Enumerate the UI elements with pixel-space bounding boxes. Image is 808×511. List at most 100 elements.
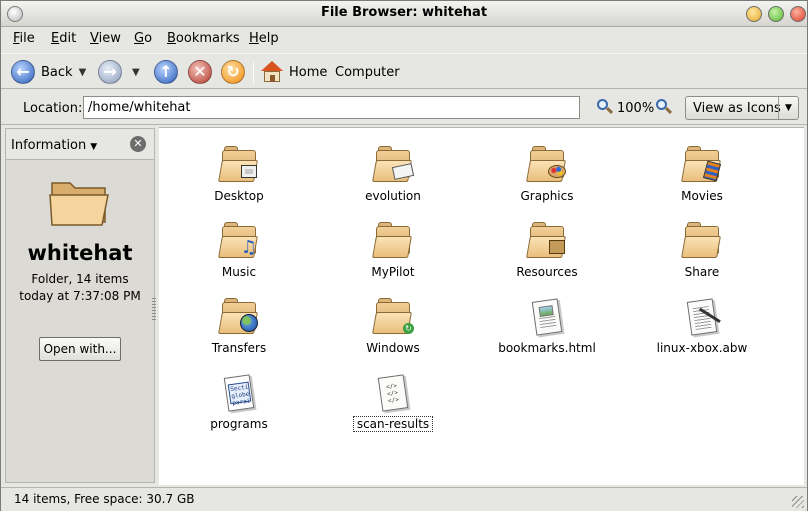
menu-bookmarks[interactable]: Bookmarks	[167, 31, 240, 46]
folder-icon: ↻	[372, 298, 414, 338]
music-note-emblem-icon: ♫	[240, 236, 258, 258]
file-item-music[interactable]: ♫ Music	[162, 212, 316, 282]
menu-view[interactable]: View	[90, 31, 121, 46]
file-name: Windows	[366, 341, 420, 355]
icon-view[interactable]: Desktop evolution Graphics Movies ♫ Musi…	[159, 127, 804, 485]
file-item-evolution[interactable]: evolution	[316, 136, 470, 206]
file-item-graphics[interactable]: Graphics	[470, 136, 624, 206]
view-as-select[interactable]: View as Icons ▼	[685, 96, 799, 120]
folder-icon	[526, 146, 566, 186]
folder-icon	[681, 146, 723, 186]
sidebar-title: Information	[11, 138, 87, 153]
file-name: programs	[210, 417, 268, 431]
file-browser-window: File Browser: whitehat File Edit View Go…	[0, 0, 808, 511]
forward-history-dropdown[interactable]: ▼	[132, 67, 140, 78]
folder-icon	[372, 146, 415, 186]
file-name: Movies	[681, 189, 723, 203]
menu-help[interactable]: Help	[249, 31, 279, 46]
back-button[interactable]: ← Back ▼	[11, 58, 86, 86]
file-name: bookmarks.html	[498, 341, 596, 355]
sidebar-panel: Information ▼ ✕ whitehat Folder, 14 items…	[5, 128, 155, 483]
home-label: Home	[289, 64, 328, 80]
stop-icon: ✕	[188, 60, 212, 84]
sidebar-folder-name: whitehat	[27, 241, 133, 265]
folder-icon	[681, 222, 721, 262]
sidebar-type-selector[interactable]: Information ▼	[11, 138, 97, 153]
file-item-transfers[interactable]: Transfers	[162, 288, 316, 358]
forward-button[interactable]: → ▼	[98, 58, 140, 86]
file-item-scan-results[interactable]: </> </> </> scan-results	[316, 364, 470, 434]
maximize-button[interactable]	[768, 6, 784, 22]
text-file-icon: Secti globe parai	[220, 374, 258, 414]
file-name: linux-xbox.abw	[656, 341, 748, 355]
location-input[interactable]	[83, 96, 580, 119]
file-name: Resources	[516, 265, 578, 279]
zoom-out-icon[interactable]	[597, 99, 614, 115]
back-history-dropdown[interactable]: ▼	[79, 67, 87, 78]
close-window-button[interactable]	[790, 6, 806, 22]
file-item-resources[interactable]: Resources	[470, 212, 624, 282]
title-bar[interactable]: File Browser: whitehat	[1, 1, 807, 27]
computer-label: Computer	[335, 64, 400, 80]
file-name: Desktop	[214, 189, 264, 203]
menu-bar: File Edit View Go Bookmarks Help	[1, 27, 807, 51]
reload-button[interactable]: ↻	[221, 58, 245, 86]
file-item-linux-xbox-abw[interactable]: linux-xbox.abw	[625, 288, 779, 358]
window-title: File Browser: whitehat	[320, 5, 488, 20]
open-with-button[interactable]: Open with...	[39, 337, 121, 361]
file-item-desktop[interactable]: Desktop	[162, 136, 316, 206]
toolbar-separator	[253, 62, 254, 84]
folder-icon	[372, 222, 412, 262]
menu-file[interactable]: File	[13, 31, 35, 46]
stop-button[interactable]: ✕	[188, 58, 212, 86]
home-icon	[261, 61, 283, 83]
forward-arrow-icon: →	[98, 60, 122, 84]
file-name: Music	[221, 265, 257, 279]
arrow-emblem-icon: ↻	[392, 312, 414, 334]
sidebar-folder-info: Folder, 14 items	[31, 272, 129, 286]
file-item-mypilot[interactable]: MyPilot	[316, 212, 470, 282]
folder-icon	[218, 298, 260, 338]
globe-emblem-icon	[238, 312, 260, 334]
location-bar: Location: 100% View as Icons ▼	[1, 91, 807, 125]
status-text: 14 items, Free space: 30.7 GB	[14, 492, 195, 506]
file-item-share[interactable]: Share	[625, 212, 779, 282]
file-name: MyPilot	[371, 265, 415, 279]
code-file-icon: </> </> </>	[374, 374, 412, 414]
file-item-bookmarks-html[interactable]: bookmarks.html	[470, 288, 624, 358]
up-button[interactable]: ↑	[154, 58, 178, 86]
home-button[interactable]: Home	[261, 58, 327, 86]
back-arrow-icon: ←	[11, 60, 35, 84]
box-emblem-icon	[546, 236, 568, 258]
reload-icon: ↻	[221, 60, 245, 84]
toolbar: ← Back ▼ → ▼ ↑ ✕ ↻ Home Computer	[1, 53, 807, 89]
folder-icon	[526, 222, 568, 262]
file-item-programs[interactable]: Secti globe parai programs	[162, 364, 316, 434]
file-name: Share	[684, 265, 720, 279]
file-item-movies[interactable]: Movies	[625, 136, 779, 206]
status-bar: 14 items, Free space: 30.7 GB	[1, 487, 807, 511]
computer-button[interactable]: Computer	[329, 58, 400, 86]
file-name: scan-results	[353, 416, 433, 432]
html-file-icon	[528, 298, 566, 338]
sidebar-folder-date: today at 7:37:08 PM	[19, 289, 141, 303]
menu-edit[interactable]: Edit	[51, 31, 76, 46]
document-file-icon	[683, 298, 721, 338]
window-resize-grip[interactable]	[792, 496, 804, 508]
up-arrow-icon: ↑	[154, 60, 178, 84]
location-label: Location:	[23, 101, 83, 116]
file-item-windows[interactable]: ↻ Windows	[316, 288, 470, 358]
chevron-down-icon: ▼	[90, 142, 98, 152]
minimize-button[interactable]	[746, 6, 762, 22]
close-sidebar-icon[interactable]: ✕	[130, 136, 146, 152]
view-as-value: View as Icons	[693, 101, 781, 116]
zoom-in-icon[interactable]	[656, 99, 673, 115]
film-emblem-icon	[701, 160, 723, 182]
zoom-level[interactable]: 100%	[617, 101, 654, 116]
sidebar-resize-handle[interactable]	[152, 298, 156, 322]
envelope-emblem-icon	[391, 160, 415, 182]
file-name: Transfers	[211, 341, 267, 355]
back-label: Back	[41, 64, 73, 80]
menu-go[interactable]: Go	[134, 31, 152, 46]
sidebar-header: Information ▼ ✕	[6, 129, 154, 160]
